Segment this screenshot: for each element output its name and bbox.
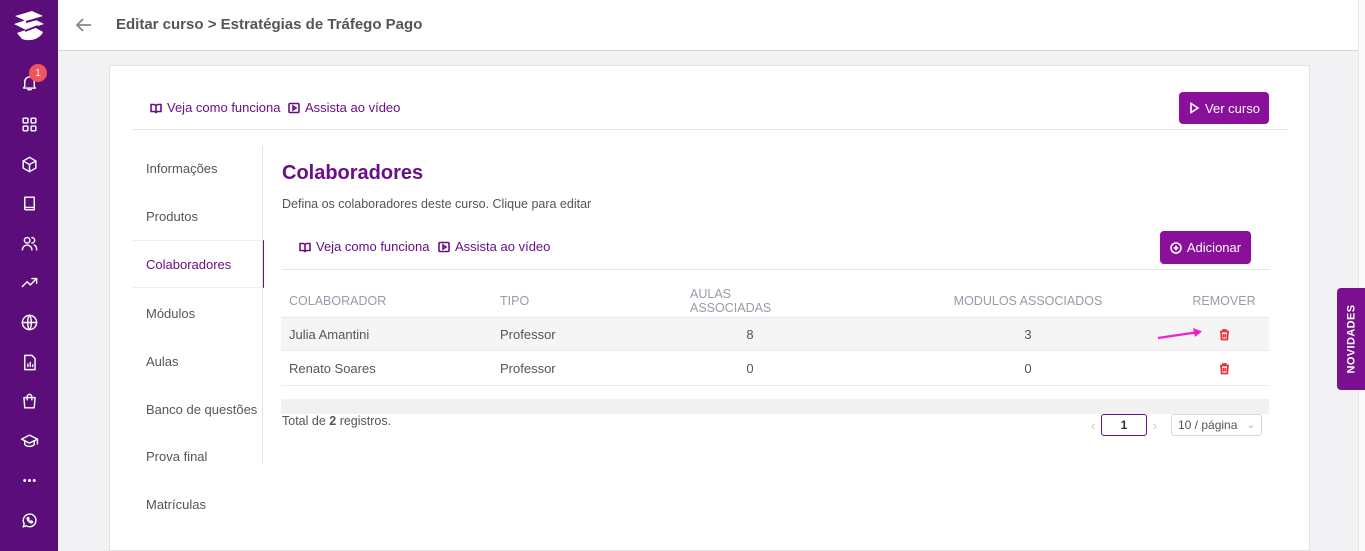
menu-item-prova-final[interactable]: Prova final xyxy=(132,432,264,480)
modules-count: 3 xyxy=(1024,326,1032,342)
total-records: Total de 2 registros. xyxy=(282,414,391,428)
book-open-icon xyxy=(299,242,311,252)
trash-icon[interactable] xyxy=(1186,352,1262,385)
play-icon xyxy=(1190,102,1200,114)
graduation-cap-icon[interactable] xyxy=(17,429,41,453)
play-square-icon xyxy=(288,102,300,113)
menu-item-banco-de-questoes[interactable]: Banco de questões xyxy=(132,385,264,433)
chevron-down-icon: ⌄ xyxy=(1246,419,1255,431)
page-size-value: 10 / página xyxy=(1178,418,1238,432)
column-header-aulas: AULAS ASSOCIADAS xyxy=(690,287,772,315)
column-header-colaborador: COLABORADOR xyxy=(289,294,387,308)
plus-circle-icon xyxy=(1170,241,1182,254)
watch-video-label: Assista ao vídeo xyxy=(305,100,401,115)
watch-video-link[interactable]: Assista ao vídeo xyxy=(288,100,400,115)
view-course-button[interactable]: Ver curso xyxy=(1179,92,1269,124)
menu-divider xyxy=(262,146,263,464)
menu-item-informacoes[interactable]: Informações xyxy=(132,144,264,192)
section-subtitle: Defina os colaboradores deste curso. Cli… xyxy=(282,197,592,211)
column-header-tipo: TIPO xyxy=(500,294,530,308)
table-row[interactable]: Julia Amantini Professor 8 3 xyxy=(281,317,1269,351)
page-size-select[interactable]: 10 / página ⌄ xyxy=(1171,414,1262,436)
how-it-works-label: Veja como funciona xyxy=(167,100,281,115)
icon-rail: 1 xyxy=(0,0,58,551)
menu-item-matriculas[interactable]: Matrículas xyxy=(132,480,264,528)
shopping-bag-icon[interactable] xyxy=(17,389,41,413)
users-icon[interactable] xyxy=(17,231,41,255)
section-title: Colaboradores xyxy=(282,162,424,184)
total-suffix: registros. xyxy=(336,414,392,428)
breadcrumb: Editar curso > Estratégias de Tráfego Pa… xyxy=(116,16,423,33)
table-header: COLABORADOR TIPO AULAS ASSOCIADAS MODULO… xyxy=(281,286,1269,316)
back-arrow-icon[interactable] xyxy=(74,15,94,35)
section-watch-video-label: Assista ao vídeo xyxy=(455,239,551,254)
menu-item-modulos[interactable]: Módulos xyxy=(132,289,264,337)
menu-item-aulas[interactable]: Aulas xyxy=(132,337,264,385)
lessons-count: 8 xyxy=(746,326,754,342)
pagination: ‹ 1 › 10 / página ⌄ xyxy=(1085,414,1262,436)
add-collaborator-label: Adicionar xyxy=(1186,240,1242,255)
section-watch-video-link[interactable]: Assista ao vídeo xyxy=(438,239,550,254)
grid-icon[interactable] xyxy=(17,112,41,136)
book-icon[interactable] xyxy=(17,191,41,215)
more-icon[interactable] xyxy=(17,468,41,492)
table-row[interactable]: Renato Soares Professor 0 0 xyxy=(281,352,1269,386)
novidades-label: NOVIDADES xyxy=(1345,304,1357,374)
collaborator-type: Professor xyxy=(500,326,556,342)
section-how-it-works-label: Veja como funciona xyxy=(316,239,430,254)
course-edit-card: Veja como funciona Assista ao vídeo Ver … xyxy=(109,65,1310,551)
table-horizontal-scrollbar[interactable] xyxy=(281,399,1269,414)
add-collaborator-button[interactable]: Adicionar xyxy=(1160,231,1251,264)
next-page-icon[interactable]: › xyxy=(1147,418,1163,433)
total-prefix: Total de xyxy=(282,414,330,428)
lessons-count: 0 xyxy=(746,361,754,376)
trending-up-icon[interactable] xyxy=(17,270,41,294)
collaborator-name: Renato Soares xyxy=(289,361,376,376)
globe-icon[interactable] xyxy=(17,310,41,334)
cube-icon[interactable] xyxy=(17,152,41,176)
page-scrollbar[interactable] xyxy=(1358,0,1365,551)
divider xyxy=(132,129,1288,130)
prev-page-icon[interactable]: ‹ xyxy=(1085,418,1101,433)
notification-badge: 1 xyxy=(29,64,47,82)
menu-item-produtos[interactable]: Produtos xyxy=(132,192,264,240)
column-header-remover: REMOVER xyxy=(1192,294,1256,308)
top-bar: Editar curso > Estratégias de Tráfego Pa… xyxy=(58,0,1358,51)
play-square-icon xyxy=(438,241,450,252)
whatsapp-icon[interactable] xyxy=(17,508,41,532)
menu-item-colaboradores[interactable]: Colaboradores xyxy=(132,240,264,288)
collaborator-type: Professor xyxy=(500,361,556,376)
section-divider xyxy=(282,269,1270,270)
section-how-it-works-link[interactable]: Veja como funciona xyxy=(299,239,429,254)
modules-count: 0 xyxy=(1024,361,1032,376)
collaborator-name: Julia Amantini xyxy=(289,326,370,342)
report-icon[interactable] xyxy=(17,350,41,374)
how-it-works-link[interactable]: Veja como funciona xyxy=(150,100,280,115)
logo[interactable] xyxy=(10,8,48,44)
annotation-arrow-icon xyxy=(1157,328,1202,340)
column-header-modulos: MODULOS ASSOCIADOS xyxy=(953,294,1103,308)
current-page[interactable]: 1 xyxy=(1101,414,1147,436)
view-course-label: Ver curso xyxy=(1205,100,1260,116)
novidades-tab[interactable]: NOVIDADES xyxy=(1337,288,1365,390)
book-open-icon xyxy=(150,103,162,113)
